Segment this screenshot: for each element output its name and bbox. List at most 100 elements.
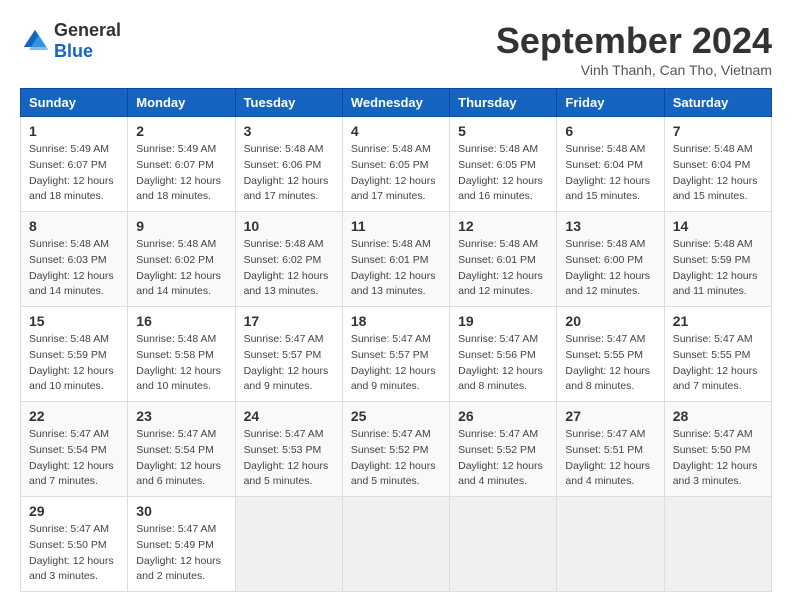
empty-cell	[235, 497, 342, 592]
calendar-day-8: 8 Sunrise: 5:48 AM Sunset: 6:03 PM Dayli…	[21, 212, 128, 307]
calendar-header-row: Sunday Monday Tuesday Wednesday Thursday…	[21, 89, 772, 117]
calendar-day-3: 3 Sunrise: 5:48 AM Sunset: 6:06 PM Dayli…	[235, 117, 342, 212]
calendar-day-9: 9 Sunrise: 5:48 AM Sunset: 6:02 PM Dayli…	[128, 212, 235, 307]
day-info: Sunrise: 5:48 AM Sunset: 6:04 PM Dayligh…	[565, 142, 655, 205]
day-number: 13	[565, 218, 655, 234]
day-number: 18	[351, 313, 441, 329]
day-info: Sunrise: 5:48 AM Sunset: 5:58 PM Dayligh…	[136, 332, 226, 395]
calendar-week-4: 22 Sunrise: 5:47 AM Sunset: 5:54 PM Dayl…	[21, 402, 772, 497]
header-tuesday: Tuesday	[235, 89, 342, 117]
page-header: General Blue September 2024 Vinh Thanh, …	[20, 20, 772, 78]
day-info: Sunrise: 5:47 AM Sunset: 5:53 PM Dayligh…	[244, 427, 334, 490]
empty-cell	[664, 497, 771, 592]
day-number: 12	[458, 218, 548, 234]
day-info: Sunrise: 5:47 AM Sunset: 5:54 PM Dayligh…	[136, 427, 226, 490]
day-info: Sunrise: 5:47 AM Sunset: 5:52 PM Dayligh…	[351, 427, 441, 490]
day-number: 1	[29, 123, 119, 139]
day-number: 26	[458, 408, 548, 424]
logo-text-general: General	[54, 20, 121, 40]
calendar-day-27: 27 Sunrise: 5:47 AM Sunset: 5:51 PM Dayl…	[557, 402, 664, 497]
day-number: 21	[673, 313, 763, 329]
logo: General Blue	[20, 20, 121, 62]
day-info: Sunrise: 5:47 AM Sunset: 5:51 PM Dayligh…	[565, 427, 655, 490]
day-info: Sunrise: 5:48 AM Sunset: 5:59 PM Dayligh…	[673, 237, 763, 300]
calendar-table: Sunday Monday Tuesday Wednesday Thursday…	[20, 88, 772, 592]
calendar-day-12: 12 Sunrise: 5:48 AM Sunset: 6:01 PM Dayl…	[450, 212, 557, 307]
header-friday: Friday	[557, 89, 664, 117]
day-info: Sunrise: 5:47 AM Sunset: 5:52 PM Dayligh…	[458, 427, 548, 490]
empty-cell	[450, 497, 557, 592]
calendar-day-13: 13 Sunrise: 5:48 AM Sunset: 6:00 PM Dayl…	[557, 212, 664, 307]
day-info: Sunrise: 5:47 AM Sunset: 5:50 PM Dayligh…	[673, 427, 763, 490]
day-info: Sunrise: 5:48 AM Sunset: 5:59 PM Dayligh…	[29, 332, 119, 395]
calendar-week-3: 15 Sunrise: 5:48 AM Sunset: 5:59 PM Dayl…	[21, 307, 772, 402]
calendar-day-1: 1 Sunrise: 5:49 AM Sunset: 6:07 PM Dayli…	[21, 117, 128, 212]
calendar-day-24: 24 Sunrise: 5:47 AM Sunset: 5:53 PM Dayl…	[235, 402, 342, 497]
header-thursday: Thursday	[450, 89, 557, 117]
calendar-day-16: 16 Sunrise: 5:48 AM Sunset: 5:58 PM Dayl…	[128, 307, 235, 402]
day-info: Sunrise: 5:48 AM Sunset: 6:06 PM Dayligh…	[244, 142, 334, 205]
day-info: Sunrise: 5:47 AM Sunset: 5:57 PM Dayligh…	[244, 332, 334, 395]
day-number: 30	[136, 503, 226, 519]
day-number: 11	[351, 218, 441, 234]
day-info: Sunrise: 5:47 AM Sunset: 5:56 PM Dayligh…	[458, 332, 548, 395]
day-number: 17	[244, 313, 334, 329]
day-number: 25	[351, 408, 441, 424]
day-number: 7	[673, 123, 763, 139]
calendar-day-25: 25 Sunrise: 5:47 AM Sunset: 5:52 PM Dayl…	[342, 402, 449, 497]
day-number: 16	[136, 313, 226, 329]
day-number: 6	[565, 123, 655, 139]
month-title: September 2024	[496, 20, 772, 62]
day-info: Sunrise: 5:48 AM Sunset: 6:04 PM Dayligh…	[673, 142, 763, 205]
calendar-day-11: 11 Sunrise: 5:48 AM Sunset: 6:01 PM Dayl…	[342, 212, 449, 307]
calendar-week-2: 8 Sunrise: 5:48 AM Sunset: 6:03 PM Dayli…	[21, 212, 772, 307]
day-info: Sunrise: 5:48 AM Sunset: 6:05 PM Dayligh…	[458, 142, 548, 205]
day-info: Sunrise: 5:48 AM Sunset: 6:01 PM Dayligh…	[351, 237, 441, 300]
location-subtitle: Vinh Thanh, Can Tho, Vietnam	[496, 62, 772, 78]
day-info: Sunrise: 5:49 AM Sunset: 6:07 PM Dayligh…	[136, 142, 226, 205]
day-number: 4	[351, 123, 441, 139]
day-info: Sunrise: 5:48 AM Sunset: 6:03 PM Dayligh…	[29, 237, 119, 300]
calendar-day-19: 19 Sunrise: 5:47 AM Sunset: 5:56 PM Dayl…	[450, 307, 557, 402]
title-area: September 2024 Vinh Thanh, Can Tho, Viet…	[496, 20, 772, 78]
day-info: Sunrise: 5:47 AM Sunset: 5:55 PM Dayligh…	[673, 332, 763, 395]
calendar-day-10: 10 Sunrise: 5:48 AM Sunset: 6:02 PM Dayl…	[235, 212, 342, 307]
day-number: 15	[29, 313, 119, 329]
calendar-week-5: 29 Sunrise: 5:47 AM Sunset: 5:50 PM Dayl…	[21, 497, 772, 592]
calendar-day-6: 6 Sunrise: 5:48 AM Sunset: 6:04 PM Dayli…	[557, 117, 664, 212]
header-wednesday: Wednesday	[342, 89, 449, 117]
calendar-day-7: 7 Sunrise: 5:48 AM Sunset: 6:04 PM Dayli…	[664, 117, 771, 212]
day-info: Sunrise: 5:47 AM Sunset: 5:55 PM Dayligh…	[565, 332, 655, 395]
calendar-day-29: 29 Sunrise: 5:47 AM Sunset: 5:50 PM Dayl…	[21, 497, 128, 592]
day-number: 29	[29, 503, 119, 519]
day-info: Sunrise: 5:48 AM Sunset: 6:00 PM Dayligh…	[565, 237, 655, 300]
day-info: Sunrise: 5:47 AM Sunset: 5:49 PM Dayligh…	[136, 522, 226, 585]
calendar-day-14: 14 Sunrise: 5:48 AM Sunset: 5:59 PM Dayl…	[664, 212, 771, 307]
calendar-day-20: 20 Sunrise: 5:47 AM Sunset: 5:55 PM Dayl…	[557, 307, 664, 402]
empty-cell	[557, 497, 664, 592]
day-number: 19	[458, 313, 548, 329]
calendar-week-1: 1 Sunrise: 5:49 AM Sunset: 6:07 PM Dayli…	[21, 117, 772, 212]
day-number: 22	[29, 408, 119, 424]
day-number: 27	[565, 408, 655, 424]
day-info: Sunrise: 5:49 AM Sunset: 6:07 PM Dayligh…	[29, 142, 119, 205]
logo-icon	[20, 26, 50, 56]
header-sunday: Sunday	[21, 89, 128, 117]
day-number: 24	[244, 408, 334, 424]
day-number: 14	[673, 218, 763, 234]
day-info: Sunrise: 5:48 AM Sunset: 6:02 PM Dayligh…	[244, 237, 334, 300]
logo-text-blue: Blue	[54, 41, 93, 61]
empty-cell	[342, 497, 449, 592]
day-number: 10	[244, 218, 334, 234]
header-monday: Monday	[128, 89, 235, 117]
calendar-day-18: 18 Sunrise: 5:47 AM Sunset: 5:57 PM Dayl…	[342, 307, 449, 402]
calendar-day-21: 21 Sunrise: 5:47 AM Sunset: 5:55 PM Dayl…	[664, 307, 771, 402]
day-number: 23	[136, 408, 226, 424]
day-info: Sunrise: 5:48 AM Sunset: 6:02 PM Dayligh…	[136, 237, 226, 300]
day-info: Sunrise: 5:48 AM Sunset: 6:01 PM Dayligh…	[458, 237, 548, 300]
calendar-day-17: 17 Sunrise: 5:47 AM Sunset: 5:57 PM Dayl…	[235, 307, 342, 402]
header-saturday: Saturday	[664, 89, 771, 117]
day-number: 5	[458, 123, 548, 139]
calendar-day-26: 26 Sunrise: 5:47 AM Sunset: 5:52 PM Dayl…	[450, 402, 557, 497]
calendar-day-15: 15 Sunrise: 5:48 AM Sunset: 5:59 PM Dayl…	[21, 307, 128, 402]
